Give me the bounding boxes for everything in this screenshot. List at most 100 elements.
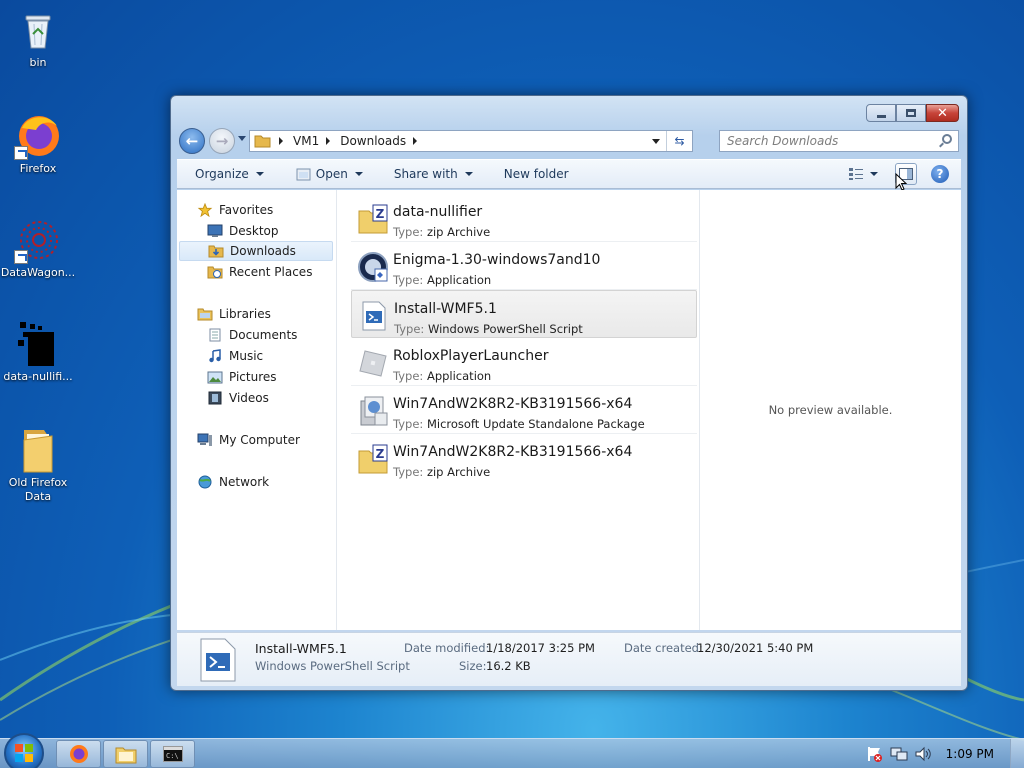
organize-button[interactable]: Organize bbox=[195, 167, 264, 181]
file-name: Enigma-1.30-windows7and10 bbox=[393, 252, 601, 268]
nav-downloads[interactable]: Downloads bbox=[179, 241, 333, 261]
back-arrow-icon: ← bbox=[185, 132, 199, 150]
desktop-icon-label: DataWagon... bbox=[0, 266, 76, 279]
file-type: Type: Windows PowerShell Script bbox=[394, 322, 583, 336]
help-button[interactable]: ? bbox=[929, 163, 951, 185]
type-label: Type: bbox=[393, 465, 424, 479]
taskbar-explorer-button[interactable] bbox=[103, 740, 148, 768]
desktop-icon-old-firefox-data[interactable]: Old Firefox Data bbox=[0, 426, 76, 504]
file-list: Z data-nullifier Type: zip Archive Enigm… bbox=[347, 190, 699, 630]
view-options-dropdown[interactable] bbox=[867, 163, 881, 185]
nav-network[interactable]: Network bbox=[179, 472, 333, 492]
nav-label: Pictures bbox=[229, 370, 277, 384]
organize-label: Organize bbox=[195, 167, 249, 181]
date-created-value: 12/30/2021 5:40 PM bbox=[697, 641, 814, 655]
nav-my-computer[interactable]: My Computer bbox=[179, 430, 333, 450]
nav-pictures[interactable]: Pictures bbox=[179, 367, 333, 387]
forward-button[interactable]: → bbox=[209, 128, 235, 154]
file-name: Win7AndW2K8R2-KB3191566-x64 bbox=[393, 444, 633, 460]
file-item-data-nullifier[interactable]: Z data-nullifier Type: zip Archive bbox=[351, 194, 697, 242]
file-type: Type: zip Archive bbox=[393, 225, 490, 239]
nav-recent-places[interactable]: Recent Places bbox=[179, 262, 333, 282]
volume-icon[interactable] bbox=[914, 745, 932, 763]
address-bar[interactable]: VM1 Downloads ⇆ bbox=[249, 130, 693, 152]
date-created-label: Date created: bbox=[624, 641, 703, 655]
back-button[interactable]: ← bbox=[179, 128, 205, 154]
open-icon bbox=[296, 168, 311, 181]
nav-favorites[interactable]: Favorites bbox=[179, 200, 333, 220]
change-view-button[interactable] bbox=[845, 163, 867, 185]
start-button[interactable] bbox=[4, 733, 44, 768]
refresh-icon: ⇆ bbox=[674, 134, 685, 148]
taskbar-cmd-button[interactable]: C:\ bbox=[150, 740, 195, 768]
nav-desktop[interactable]: Desktop bbox=[179, 221, 333, 241]
desktop-icon-label: bin bbox=[29, 56, 47, 69]
breadcrumb-chevron-icon[interactable] bbox=[413, 137, 418, 145]
network-status-icon[interactable] bbox=[890, 745, 908, 763]
desktop-icon-firefox[interactable]: Firefox bbox=[0, 112, 76, 176]
music-icon bbox=[209, 349, 221, 363]
preview-pane: No preview available. bbox=[699, 190, 961, 630]
search-input[interactable]: Search Downloads bbox=[719, 130, 959, 152]
breadcrumb-chevron-icon[interactable] bbox=[326, 137, 331, 145]
taskbar: C:\ 1:09 PM bbox=[0, 733, 1024, 768]
datawagon-icon bbox=[14, 216, 62, 264]
desktop-icon bbox=[207, 224, 223, 237]
powershell-script-icon bbox=[362, 301, 386, 331]
breadcrumb-downloads[interactable]: Downloads bbox=[340, 134, 406, 148]
breadcrumb-vm1[interactable]: VM1 bbox=[293, 134, 319, 148]
nav-label: Documents bbox=[229, 328, 298, 342]
new-folder-label: New folder bbox=[503, 167, 569, 181]
computer-icon bbox=[197, 433, 212, 446]
close-button[interactable]: ✕ bbox=[926, 104, 959, 122]
desktop-icon-datawagon[interactable]: DataWagon... bbox=[0, 216, 76, 280]
file-item-roblox[interactable]: RobloxPlayerLauncher Type: Application bbox=[351, 338, 697, 386]
show-desktop-button[interactable] bbox=[1010, 739, 1024, 768]
nav-videos[interactable]: Videos bbox=[179, 388, 333, 408]
new-folder-button[interactable]: New folder bbox=[504, 167, 569, 181]
explorer-content: Favorites Desktop Downloads Recent Place… bbox=[177, 190, 961, 630]
svg-text:Z: Z bbox=[376, 447, 385, 461]
nav-music[interactable]: Music bbox=[179, 346, 333, 366]
nav-libraries[interactable]: Libraries bbox=[179, 304, 333, 324]
breadcrumb-chevron-icon[interactable] bbox=[279, 137, 283, 145]
details-pane: Install-WMF5.1 Windows PowerShell Script… bbox=[177, 632, 961, 686]
nav-documents[interactable]: Documents bbox=[179, 325, 333, 345]
explorer-window[interactable]: ✕ ← → VM1 Downloads ⇆ Search Downloads O… bbox=[170, 95, 968, 691]
desktop-icon-data-nullifier[interactable]: data-nullifi... bbox=[0, 320, 76, 384]
nav-label: Videos bbox=[229, 391, 269, 405]
details-file-type: Windows PowerShell Script bbox=[255, 659, 410, 673]
clock[interactable]: 1:09 PM bbox=[946, 747, 994, 761]
firefox-icon bbox=[14, 112, 62, 160]
recent-pages-dropdown[interactable] bbox=[238, 136, 246, 141]
minimize-button[interactable] bbox=[866, 104, 896, 122]
file-item-kb3191566-zip[interactable]: Z Win7AndW2K8R2-KB3191566-x64 Type: zip … bbox=[351, 434, 697, 482]
chevron-down-icon bbox=[870, 172, 878, 176]
refresh-button[interactable]: ⇆ bbox=[666, 131, 692, 151]
share-with-label: Share with bbox=[393, 167, 458, 181]
forward-arrow-icon: → bbox=[215, 132, 229, 150]
file-item-enigma[interactable]: Enigma-1.30-windows7and10 Type: Applicat… bbox=[351, 242, 697, 290]
share-with-button[interactable]: Share with bbox=[394, 167, 473, 181]
powershell-script-icon bbox=[200, 638, 236, 682]
file-name: Install-WMF5.1 bbox=[394, 301, 497, 317]
maximize-button[interactable] bbox=[896, 104, 926, 122]
open-button[interactable]: Open bbox=[296, 167, 363, 181]
file-item-kb3191566-msu[interactable]: Win7AndW2K8R2-KB3191566-x64 Type: Micros… bbox=[351, 386, 697, 434]
date-modified-label: Date modified: bbox=[404, 641, 490, 655]
desktop-icon-label: data-nullifi... bbox=[3, 370, 73, 383]
desktop-icon-label: Old Firefox Data bbox=[8, 476, 68, 503]
taskbar-firefox-button[interactable] bbox=[56, 740, 101, 768]
type-label: Type: bbox=[393, 417, 424, 431]
videos-icon bbox=[208, 391, 222, 405]
chevron-down-icon bbox=[464, 172, 473, 176]
address-history-dropdown[interactable] bbox=[652, 139, 660, 144]
file-type-value: Windows PowerShell Script bbox=[427, 322, 583, 336]
action-center-flag-icon[interactable] bbox=[866, 745, 884, 763]
desktop-icon-bin[interactable]: bin bbox=[0, 6, 76, 70]
nav-label: Libraries bbox=[219, 307, 271, 321]
desktop-icon-label: Firefox bbox=[19, 162, 57, 175]
file-item-install-wmf[interactable]: Install-WMF5.1 Type: Windows PowerShell … bbox=[351, 290, 697, 338]
network-icon bbox=[198, 475, 212, 489]
file-type-value: zip Archive bbox=[426, 225, 491, 239]
